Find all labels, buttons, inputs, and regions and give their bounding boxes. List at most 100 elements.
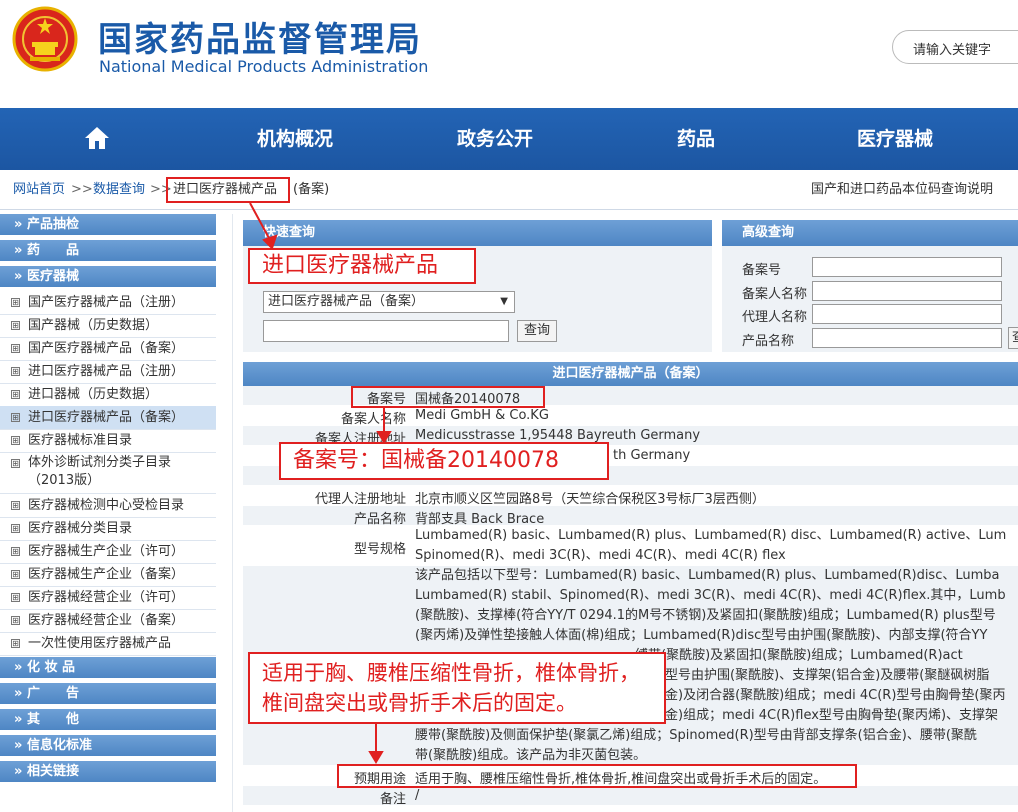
row-value: Medi GmbH & Co.KG [415, 408, 549, 423]
expand-icon: ⊞ [11, 639, 20, 648]
sidebar-item[interactable]: ⊞ 一次性使用医疗器械产品 [0, 632, 216, 656]
record-no-input[interactable] [812, 257, 1002, 277]
table-row: 型号规格 Lumbamed(R) basic、Lumbamed(R) plus、… [243, 526, 1018, 566]
row-label: 产品名称 [353, 512, 406, 527]
text-line: (聚丙烯)及弹性垫接触人体面(棉)组成；Lumbamed(R)disc型号由护围… [415, 628, 988, 643]
main-nav: 机构概况 政务公开 药品 医疗器械 [0, 108, 1018, 170]
dropdown-arrow-icon: ▼ [500, 296, 508, 307]
site-title-cn[interactable]: 国家药品监督管理局 [98, 12, 422, 61]
sidebar-section-ads[interactable]: » 广 告 [0, 683, 216, 705]
detail-table-title: 进口医疗器械产品（备案） [243, 362, 1018, 386]
page: 国家药品监督管理局 National Medical Products Admi… [0, 0, 1018, 812]
sidebar-section-cosmetics[interactable]: » 化 妆 品 [0, 657, 216, 679]
product-type-select[interactable]: 进口医疗器械产品（备案） ▼ [263, 291, 515, 313]
breadcrumb: 网站首页 >> 数据查询 >> 进口医疗器械产品 (备案) 国产和进口药品本位码… [0, 170, 1018, 210]
sidebar-item-label: 进口器械（历史数据） [28, 387, 159, 402]
expand-icon: ⊞ [11, 298, 20, 307]
sidebar-item[interactable]: ⊞ 国产医疗器械产品（注册） [0, 291, 216, 315]
row-value: 北京市顺义区竺园路8号（天竺综合保税区3号标厂3层西侧） [415, 492, 765, 507]
text-line: 带(聚酰胺)组成。该产品为非灭菌包装。 [415, 748, 647, 763]
row-value: Medicusstrasse 1,95448 Bayreuth Germany [415, 428, 701, 443]
sidebar-section-label: 信息化标准 [26, 738, 92, 753]
text-line: Spinomed(R)、medi 3C(R)、medi 4C(R)、medi 4… [415, 548, 786, 563]
agent-name-input[interactable] [812, 304, 1002, 324]
annotation-intended-use-label: 适用于胸、腰椎压缩性骨折，椎体骨折， 椎间盘突出或骨折手术后的固定。 [248, 652, 666, 724]
sidebar-item-label: 国产器械（历史数据） [28, 318, 159, 333]
advanced-label-record-no: 备案号 [742, 263, 782, 278]
sidebar-item[interactable]: ⊞ 进口医疗器械产品（注册） [0, 360, 216, 384]
annotation-product-label: 进口医疗器械产品 [248, 248, 476, 284]
advanced-label-filer: 备案人名称 [742, 287, 808, 302]
expand-icon: ⊞ [11, 459, 20, 468]
sidebar-item[interactable]: ⊞ 医疗器械检测中心受检目录 [0, 494, 216, 518]
sidebar-section-links[interactable]: » 相关链接 [0, 761, 216, 783]
text-line: (聚酰胺)、支撑棒(符合YY/T 0294.1的M号不锈钢)及紧固扣(聚酰胺)组… [415, 608, 996, 623]
sidebar-item[interactable]: ⊞ 进口器械（历史数据） [0, 383, 216, 407]
sidebar-item[interactable]: ⊞ 体外诊断试剂分类子目录 （2013版） [0, 452, 216, 494]
sidebar-section-sampling[interactable]: » 产品抽检 [0, 214, 216, 236]
sidebar-item-label: 医疗器械生产企业（许可） [28, 544, 185, 559]
advanced-label-agent: 代理人名称 [742, 310, 808, 325]
expand-icon: ⊞ [11, 501, 20, 510]
breadcrumb-suffix: (备案) [293, 182, 330, 197]
expand-icon: ⊞ [11, 616, 20, 625]
search-input[interactable]: 请输入关键字 [892, 30, 1018, 64]
query-button[interactable]: 查询 [517, 320, 557, 342]
sidebar-item[interactable]: ⊞ 医疗器械经营企业（备案） [0, 609, 216, 633]
expand-icon: ⊞ [11, 344, 20, 353]
table-row [243, 806, 1018, 812]
sidebar-section-label: 药 品 [26, 243, 79, 258]
expand-icon: ⊞ [11, 593, 20, 602]
nav-item-about[interactable]: 机构概况 [257, 108, 333, 170]
drug-code-help-link[interactable]: 国产和进口药品本位码查询说明 [811, 170, 993, 210]
sidebar-item-label: 进口医疗器械产品（注册） [28, 364, 185, 379]
row-label: 型号规格 [353, 542, 406, 557]
sidebar-section-label: 其 他 [26, 712, 79, 727]
sidebar-item[interactable]: ⊞ 医疗器械分类目录 [0, 517, 216, 541]
breadcrumb-data-query[interactable]: 数据查询 [93, 170, 145, 210]
sidebar-item[interactable]: ⊞ 国产医疗器械产品（备案） [0, 337, 216, 361]
divider [232, 214, 233, 812]
row-label: 备案人名称 [340, 412, 406, 427]
nav-item-drugs[interactable]: 药品 [677, 108, 715, 170]
sidebar-item-label: 国产医疗器械产品（注册） [28, 295, 185, 310]
nav-item-gov-affairs[interactable]: 政务公开 [457, 108, 533, 170]
nav-item-devices[interactable]: 医疗器械 [857, 108, 933, 170]
product-name-input[interactable] [812, 328, 1002, 348]
sidebar-item[interactable]: ⊞ 国产器械（历史数据） [0, 314, 216, 338]
expand-icon: ⊞ [11, 413, 20, 422]
filer-name-input[interactable] [812, 281, 1002, 301]
sidebar: » 产品抽检 » 药 品 » 医疗器械 ⊞ 国产医疗器械产品（注册） ⊞ 国产器械（… [0, 214, 216, 812]
table-row: 产品名称 背部支具 Back Brace [243, 506, 1018, 527]
text-line: 腰带(聚酰胺)及侧面保护垫(聚氯乙烯)组成；Spinomed(R)型号由背部支撑… [415, 728, 977, 743]
expand-icon: ⊞ [11, 524, 20, 533]
annotation-record-no-box [351, 386, 545, 408]
sidebar-item[interactable]: ⊞ 医疗器械生产企业（许可） [0, 540, 216, 564]
sidebar-section-it-standards[interactable]: » 信息化标准 [0, 735, 216, 757]
sidebar-section-drugs[interactable]: » 药 品 [0, 240, 216, 262]
quick-query-title: 快速查询 [243, 220, 712, 246]
sidebar-item-label: 医疗器械经营企业（备案） [28, 613, 185, 628]
quick-query-input[interactable] [263, 320, 509, 342]
expand-icon: ⊞ [11, 367, 20, 376]
advanced-query-button[interactable]: 查 [1008, 327, 1018, 349]
home-icon[interactable] [84, 126, 110, 150]
table-row: 代理人注册地址 北京市顺义区竺园路8号（天竺综合保税区3号标厂3层西侧） [243, 486, 1018, 507]
sidebar-item[interactable]: ⊞ 医疗器械经营企业（许可） [0, 586, 216, 610]
row-value: th Germany [613, 448, 691, 463]
annotation-line: 椎间盘突出或骨折手术后的固定。 [262, 691, 577, 715]
row-label: 备注 [379, 792, 406, 807]
sidebar-item-active[interactable]: ⊞ 进口医疗器械产品（备案） [0, 406, 216, 430]
advanced-query-title: 高级查询 [722, 220, 1018, 246]
sidebar-section-devices[interactable]: » 医疗器械 [0, 266, 216, 288]
sidebar-item[interactable]: ⊞ 医疗器械标准目录 [0, 429, 216, 453]
text-line: Lumbamed(R) stabil、Spinomed(R)、medi 3C(R… [415, 588, 1006, 603]
site-title-en: National Medical Products Administration [99, 57, 429, 76]
text-line: Lumbamed(R) basic、Lumbamed(R) plus、Lumba… [415, 528, 1007, 543]
sidebar-item-label: 医疗器械生产企业（备案） [28, 567, 185, 582]
sidebar-item-label: （2013版） [28, 473, 101, 488]
sidebar-section-other[interactable]: » 其 他 [0, 709, 216, 731]
sidebar-item[interactable]: ⊞ 医疗器械生产企业（备案） [0, 563, 216, 587]
sidebar-item-label: 医疗器械分类目录 [28, 521, 133, 536]
breadcrumb-home[interactable]: 网站首页 [13, 170, 65, 210]
